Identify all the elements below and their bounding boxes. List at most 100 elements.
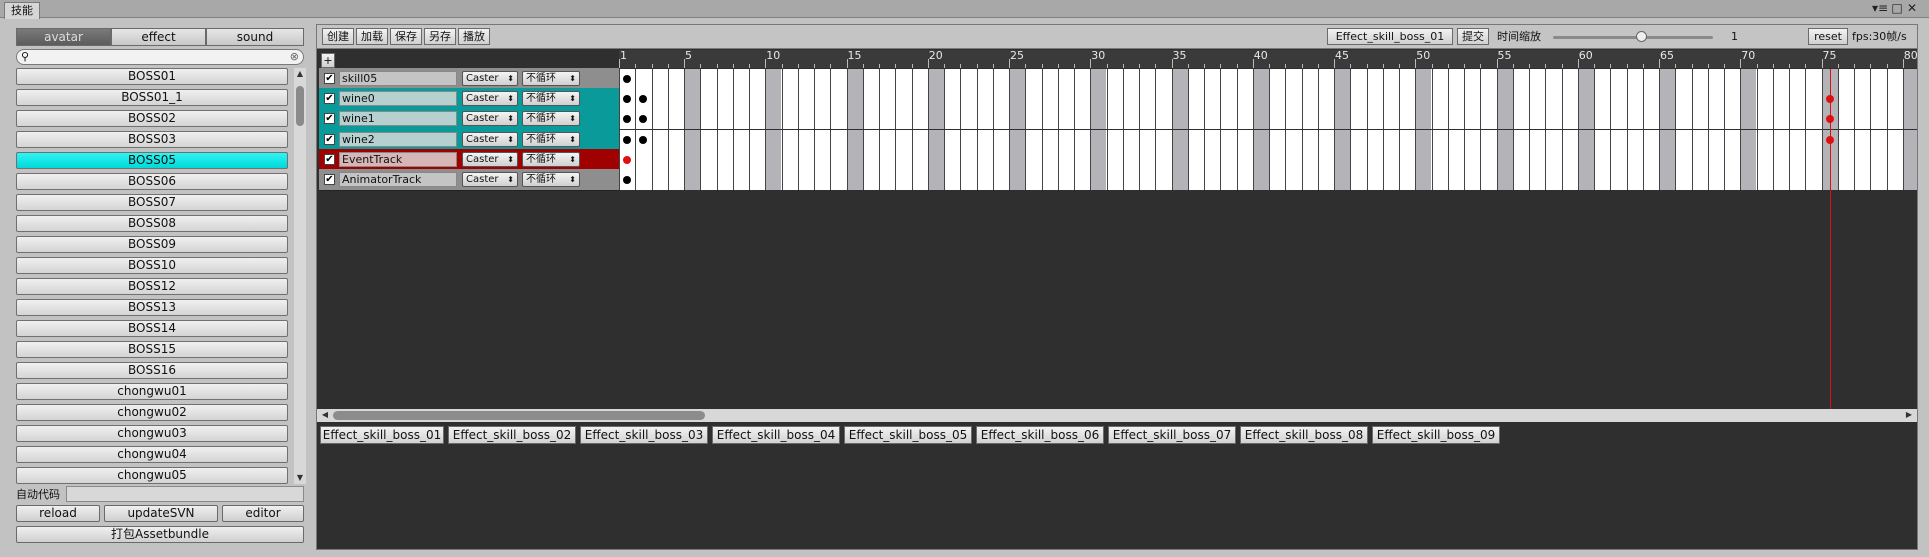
list-item[interactable]: chongwu05	[16, 467, 288, 484]
list-item[interactable]: BOSS15	[16, 341, 288, 358]
frame-ruler[interactable]: 1 5 10 15 20 25 30 35 40 45 50 55 60 65 70 75 80	[619, 50, 1918, 68]
keyframe-grid[interactable]	[619, 69, 1917, 190]
track-target-dropdown[interactable]: Caster ⬍	[462, 71, 518, 86]
scroll-down-icon[interactable]: ▼	[294, 472, 306, 484]
keyframe-dot[interactable]	[623, 176, 631, 184]
keyframe-dot[interactable]	[639, 115, 648, 124]
auto-code-field[interactable]	[66, 486, 304, 502]
event-keyframe-dot[interactable]	[623, 155, 631, 164]
track-enabled-checkbox[interactable]: ✔	[324, 113, 335, 125]
keyframe-dot[interactable]	[639, 95, 648, 104]
maximize-icon[interactable]: □	[1890, 1, 1904, 15]
list-item[interactable]: BOSS06	[16, 173, 288, 190]
list-item[interactable]: BOSS12	[16, 278, 288, 295]
track-enabled-checkbox[interactable]: ✔	[324, 133, 335, 145]
list-item[interactable]: BOSS02	[16, 110, 288, 127]
track-keyframe-row[interactable]	[619, 129, 1917, 150]
track-loop-dropdown[interactable]: 不循环 ⬍	[522, 131, 580, 147]
effect-tab[interactable]: Effect_skill_boss_04	[712, 426, 840, 444]
keyframe-dot[interactable]	[623, 135, 631, 144]
track-keyframe-row[interactable]	[619, 170, 1917, 190]
keyframe-dot[interactable]	[623, 75, 631, 83]
list-item[interactable]: BOSS09	[16, 236, 288, 253]
track-target-dropdown[interactable]: Caster ⬍	[462, 131, 518, 147]
track-row[interactable]: ✔ AnimatorTrack Caster ⬍ 不循环 ⬍	[319, 169, 619, 191]
track-row[interactable]: ✔ EventTrack Caster ⬍ 不循环 ⬍	[319, 148, 619, 171]
list-item[interactable]: BOSS16	[16, 362, 288, 379]
track-target-dropdown[interactable]: Caster ⬍	[462, 111, 518, 127]
track-enabled-checkbox[interactable]: ✔	[324, 93, 335, 105]
keyframe-dot[interactable]	[623, 95, 631, 104]
timeline-scroll-thumb[interactable]	[333, 411, 705, 420]
track-enabled-checkbox[interactable]: ✔	[324, 174, 335, 185]
track-loop-dropdown[interactable]: 不循环 ⬍	[522, 151, 580, 167]
list-item[interactable]: BOSS07	[16, 194, 288, 211]
reload-button[interactable]: reload	[16, 505, 100, 522]
playhead[interactable]	[1829, 69, 1831, 409]
tab-effect[interactable]: effect	[111, 28, 206, 46]
track-keyframe-row[interactable]	[619, 69, 1917, 89]
track-keyframe-row[interactable]	[619, 149, 1917, 170]
list-item[interactable]: chongwu03	[16, 425, 288, 442]
search-input[interactable]: ⚲ ⊗	[16, 49, 304, 65]
track-name-field[interactable]: wine1	[339, 111, 457, 127]
track-loop-dropdown[interactable]: 不循环 ⬍	[522, 111, 580, 127]
list-item[interactable]: BOSS01_1	[16, 89, 288, 106]
editor-button[interactable]: editor	[222, 505, 304, 522]
track-name-field[interactable]: skill05	[339, 71, 457, 86]
reset-button[interactable]: reset	[1808, 28, 1848, 45]
effect-tab[interactable]: Effect_skill_boss_07	[1108, 426, 1236, 444]
build-assetbundle-button[interactable]: 打包Assetbundle	[16, 526, 304, 543]
track-row[interactable]: ✔ wine0 Caster ⬍ 不循环 ⬍	[319, 88, 619, 111]
scroll-up-icon[interactable]: ▲	[294, 68, 306, 80]
play-button[interactable]: 播放	[458, 28, 490, 45]
save-as-button[interactable]: 另存	[424, 28, 456, 45]
track-loop-dropdown[interactable]: 不循环 ⬍	[522, 172, 580, 187]
time-scale-slider[interactable]	[1553, 36, 1713, 39]
tab-sound[interactable]: sound	[206, 28, 304, 46]
list-item[interactable]: chongwu02	[16, 404, 288, 421]
effect-tab[interactable]: Effect_skill_boss_03	[580, 426, 708, 444]
track-target-dropdown[interactable]: Caster ⬍	[462, 172, 518, 187]
track-enabled-checkbox[interactable]: ✔	[324, 73, 335, 84]
keyframe-dot[interactable]	[639, 135, 648, 144]
effect-tab[interactable]: Effect_skill_boss_09	[1372, 426, 1500, 444]
track-name-field[interactable]: EventTrack	[339, 151, 457, 167]
track-row[interactable]: ✔ skill05 Caster ⬍ 不循环 ⬍	[319, 68, 619, 90]
list-item[interactable]: BOSS10	[16, 257, 288, 274]
effect-tab[interactable]: Effect_skill_boss_05	[844, 426, 972, 444]
effect-tab[interactable]: Effect_skill_boss_02	[448, 426, 576, 444]
list-scroll-thumb[interactable]	[296, 86, 304, 126]
scroll-left-icon[interactable]: ◀	[319, 409, 331, 422]
list-item[interactable]: BOSS08	[16, 215, 288, 232]
track-keyframe-row[interactable]	[619, 89, 1917, 110]
list-item[interactable]: chongwu04	[16, 446, 288, 463]
list-item[interactable]: BOSS13	[16, 299, 288, 316]
track-target-dropdown[interactable]: Caster ⬍	[462, 91, 518, 107]
effect-tab[interactable]: Effect_skill_boss_01	[320, 426, 444, 444]
list-item[interactable]: BOSS03	[16, 131, 288, 148]
track-loop-dropdown[interactable]: 不循环 ⬍	[522, 71, 580, 86]
create-button[interactable]: 创建	[322, 28, 354, 45]
track-row[interactable]: ✔ wine2 Caster ⬍ 不循环 ⬍	[319, 128, 619, 151]
track-keyframe-row[interactable]	[619, 109, 1917, 130]
track-name-field[interactable]: wine0	[339, 91, 457, 107]
submit-button[interactable]: 提交	[1457, 28, 1489, 45]
update-svn-button[interactable]: updateSVN	[104, 505, 218, 522]
timeline-horizontal-scrollbar[interactable]: ◀ ▶	[317, 409, 1917, 422]
time-scale-slider-knob[interactable]	[1636, 31, 1647, 42]
scroll-right-icon[interactable]: ▶	[1903, 409, 1915, 422]
tab-avatar[interactable]: avatar	[16, 28, 111, 46]
clear-search-icon[interactable]: ⊗	[290, 50, 299, 64]
list-scrollbar[interactable]: ▲ ▼	[294, 68, 306, 484]
menu-icon[interactable]: ▾≡	[1872, 1, 1888, 15]
track-name-field[interactable]: wine2	[339, 131, 457, 147]
effect-tab[interactable]: Effect_skill_boss_06	[976, 426, 1104, 444]
list-item[interactable]: BOSS14	[16, 320, 288, 337]
current-effect-button[interactable]: Effect_skill_boss_01	[1327, 28, 1453, 45]
keyframe-dot[interactable]	[623, 115, 631, 124]
track-target-dropdown[interactable]: Caster ⬍	[462, 151, 518, 167]
track-row[interactable]: ✔ wine1 Caster ⬍ 不循环 ⬍	[319, 108, 619, 131]
list-item[interactable]: chongwu01	[16, 383, 288, 400]
save-button[interactable]: 保存	[390, 28, 422, 45]
